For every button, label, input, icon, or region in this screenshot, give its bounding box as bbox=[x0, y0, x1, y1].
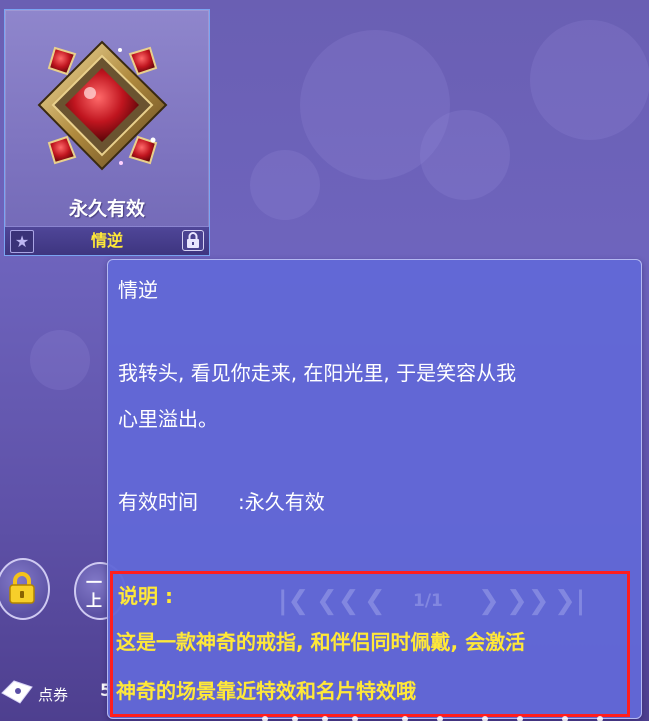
side-round-button-label: 一 上 bbox=[86, 573, 103, 610]
background-bokeh bbox=[250, 150, 320, 220]
item-expiry-text: 永久有效 bbox=[68, 198, 145, 220]
lock-toggle-button[interactable] bbox=[0, 558, 50, 620]
lock-icon[interactable] bbox=[182, 230, 204, 251]
validity-label: 有效时间 bbox=[118, 490, 198, 514]
tooltip-description: 我转头, 看见你走来, 在阳光里, 于是笑容从我 心里溢出。 bbox=[118, 350, 638, 442]
background-bokeh bbox=[530, 20, 649, 140]
tooltip-title: 情逆 bbox=[118, 278, 158, 302]
padlock-icon bbox=[9, 572, 35, 604]
ring-icon bbox=[37, 40, 168, 171]
background-bokeh bbox=[300, 30, 450, 180]
tooltip-description-line: 心里溢出。 bbox=[118, 407, 218, 431]
validity-value: :永久有效 bbox=[238, 490, 325, 514]
bottom-decoration bbox=[262, 716, 603, 721]
background-bokeh bbox=[30, 330, 90, 390]
item-bar: ★ 情逆 bbox=[5, 226, 209, 255]
item-name: 情逆 bbox=[90, 231, 123, 250]
item-card[interactable]: 永久有效 ★ 情逆 bbox=[4, 9, 210, 256]
annotation-highlight-box bbox=[110, 571, 630, 717]
coupon-label: 点券 bbox=[38, 686, 69, 704]
background-bokeh bbox=[420, 110, 510, 200]
coupon-icon bbox=[1, 680, 33, 704]
tooltip-description-line: 我转头, 看见你走来, 在阳光里, 于是笑容从我 bbox=[118, 361, 517, 385]
